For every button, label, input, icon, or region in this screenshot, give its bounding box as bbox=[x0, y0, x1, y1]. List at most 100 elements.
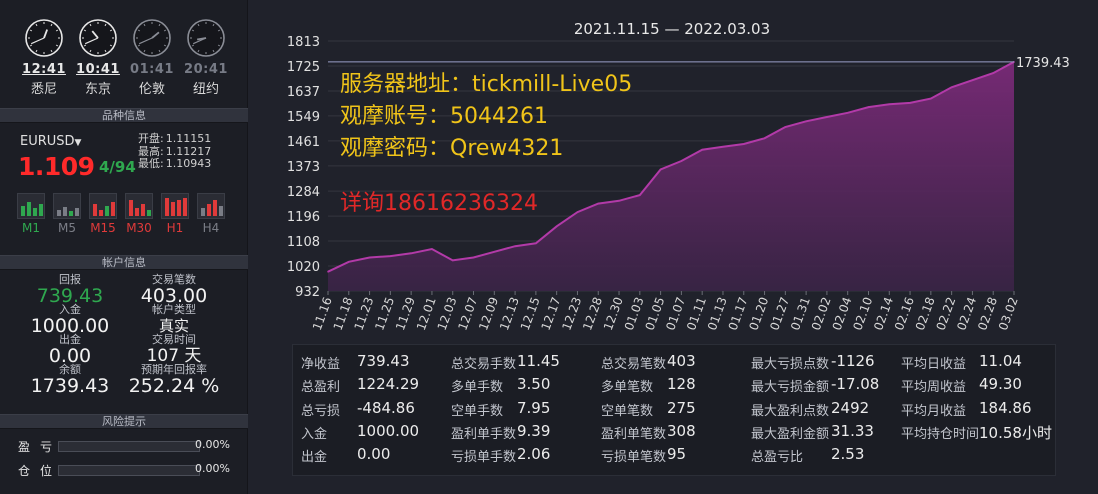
stat-row: 空单笔数 275 bbox=[601, 399, 746, 423]
equity-point bbox=[368, 256, 371, 259]
stat-value: 10.58小时 bbox=[979, 423, 1052, 442]
risk-row-pnl: 盈亏 0.00% bbox=[18, 438, 238, 454]
stat-value: 1224.29 bbox=[357, 375, 420, 394]
watermark-contact: 详询18616236324 bbox=[340, 191, 538, 216]
account-trade-time: 交易时间 107 天 bbox=[124, 334, 224, 367]
timeframe-m5[interactable]: M5 bbox=[53, 193, 81, 235]
stat-value: 11.45 bbox=[517, 352, 560, 370]
timeframe-h1[interactable]: H1 bbox=[161, 193, 189, 235]
stat-label: 总盈亏比 bbox=[751, 450, 804, 466]
stat-value: 2492 bbox=[831, 398, 870, 417]
open-value: 1.11151 bbox=[165, 132, 212, 145]
timeframe-m1[interactable]: M1 bbox=[17, 193, 45, 235]
equity-point bbox=[327, 270, 329, 273]
stat-label: 净收益 bbox=[301, 357, 341, 372]
timeframe-m15[interactable]: M15 bbox=[89, 193, 117, 235]
stat-row: 最大盈利金额 31.33 bbox=[751, 421, 901, 446]
timeframe-label: M15 bbox=[90, 221, 116, 235]
y-tick-label: 1725 bbox=[287, 60, 320, 75]
clock-sydney: 12:41 悉尼 bbox=[18, 18, 70, 97]
stat-row: 净收益 739.43 bbox=[301, 352, 446, 376]
stat-row: 总交易手数 11.45 bbox=[451, 352, 596, 376]
stat-label: 平均持仓时间 bbox=[901, 426, 980, 442]
stat-row: 亏损单笔数 95 bbox=[601, 445, 746, 469]
stat-label: 出金 bbox=[301, 450, 328, 466]
stat-label: 多单手数 bbox=[451, 380, 504, 396]
clock-face-icon bbox=[187, 19, 225, 57]
stat-label: 总盈利 bbox=[301, 380, 341, 396]
symbol-selector[interactable]: EURUSD▼ bbox=[20, 134, 81, 149]
y-tick-label: 1108 bbox=[287, 235, 320, 250]
account-type: 帐户类型 真实 bbox=[124, 304, 224, 336]
annual-value: 252.24 % bbox=[128, 375, 220, 397]
left-panel: 12:41 悉尼 10:41 东京 01:41 伦敦 20:41 纽约 品种信息… bbox=[0, 0, 248, 494]
equity-point bbox=[639, 194, 641, 196]
stat-label: 总交易笔数 bbox=[601, 357, 667, 372]
caret-down-icon: ▼ bbox=[74, 138, 82, 148]
stat-value: 2.06 bbox=[517, 445, 551, 464]
equity-point bbox=[389, 255, 392, 257]
stat-row: 最大盈利点数 2492 bbox=[751, 398, 901, 423]
equity-point bbox=[535, 242, 537, 245]
clock-london: 01:41 伦敦 bbox=[126, 18, 178, 97]
stat-label: 空单笔数 bbox=[601, 403, 654, 419]
stat-value: 184.86 bbox=[979, 398, 1032, 417]
stat-label: 盈利单手数 bbox=[451, 426, 517, 442]
y-tick-label: 1020 bbox=[287, 260, 320, 275]
low-label: 最低: bbox=[138, 157, 164, 170]
timeframe-h4[interactable]: H4 bbox=[197, 193, 225, 235]
y-tick-label: 932 bbox=[295, 285, 320, 300]
stat-label: 空单手数 bbox=[451, 403, 504, 419]
equity-point bbox=[930, 97, 932, 100]
signal-bars-icon bbox=[197, 193, 225, 219]
stat-row: 总盈亏比 2.53 bbox=[751, 445, 901, 469]
balance-value: 1739.43 bbox=[30, 375, 110, 397]
clock-city: 伦敦 bbox=[138, 82, 165, 97]
signal-bars-icon bbox=[17, 193, 45, 219]
timeframe-selector: M1 M5 M15 M30 H1 H4 bbox=[17, 193, 229, 237]
timeframe-m30[interactable]: M30 bbox=[125, 193, 153, 235]
stat-value: -17.08 bbox=[831, 375, 880, 394]
stats-column: 总交易笔数 403 多单笔数 128 空单笔数 275 盈利单笔数 308 亏损单笔数 9… bbox=[601, 352, 746, 469]
equity-point bbox=[451, 259, 454, 262]
stat-label: 亏损单手数 bbox=[451, 450, 517, 466]
watermark-account: 观摩账号：5044261 bbox=[340, 104, 548, 129]
y-tick-label: 1813 bbox=[287, 35, 320, 50]
stat-label: 总交易手数 bbox=[451, 357, 517, 372]
stat-row: 盈利单笔数 308 bbox=[601, 422, 746, 446]
clock-face-icon bbox=[79, 19, 117, 57]
last-value-label: 1739.43 bbox=[1016, 56, 1070, 71]
stat-row: 最大亏损金额 -17.08 bbox=[751, 375, 901, 399]
account-withdraw: 出金 0.00 bbox=[20, 334, 120, 367]
equity-point bbox=[992, 72, 994, 74]
stat-row: 总盈利 1224.29 bbox=[301, 375, 446, 399]
y-tick-label: 1461 bbox=[287, 135, 320, 150]
stat-value: 31.33 bbox=[831, 421, 874, 440]
stat-value: 128 bbox=[667, 375, 696, 394]
stat-row: 平均持仓时间 10.58小时 bbox=[901, 423, 1053, 446]
section-header-symbol: 品种信息 bbox=[0, 108, 248, 123]
price-fraction: 4/94 bbox=[99, 158, 136, 176]
risk-label: 仓位 bbox=[18, 464, 63, 478]
app-window: { "clocks": [ {"time": "12:41", "city": … bbox=[0, 0, 1098, 494]
equity-point bbox=[867, 106, 870, 108]
watermark-server: 服务器地址：tickmill-Live05 bbox=[340, 72, 633, 97]
stat-label: 最大盈利金额 bbox=[751, 426, 830, 442]
equity-point bbox=[701, 148, 703, 151]
stat-label: 多单笔数 bbox=[601, 380, 654, 396]
equity-point bbox=[763, 137, 766, 140]
stat-row: 多单笔数 128 bbox=[601, 375, 746, 399]
equity-point bbox=[888, 103, 891, 106]
clock-face-icon bbox=[25, 19, 63, 57]
equity-point bbox=[597, 202, 599, 205]
equity-point bbox=[784, 126, 787, 128]
clock-time: 20:41 bbox=[184, 62, 228, 77]
clock-city: 悉尼 bbox=[30, 82, 57, 97]
stat-row: 最大亏损点数 -1126 bbox=[751, 352, 901, 376]
stat-value: 49.30 bbox=[979, 375, 1022, 394]
section-header-account: 帐户信息 bbox=[0, 255, 248, 270]
stat-value: 7.95 bbox=[517, 398, 551, 417]
y-tick-label: 1196 bbox=[287, 210, 320, 225]
equity-point bbox=[971, 79, 974, 81]
world-clocks: 12:41 悉尼 10:41 东京 01:41 伦敦 20:41 纽约 bbox=[18, 18, 238, 102]
